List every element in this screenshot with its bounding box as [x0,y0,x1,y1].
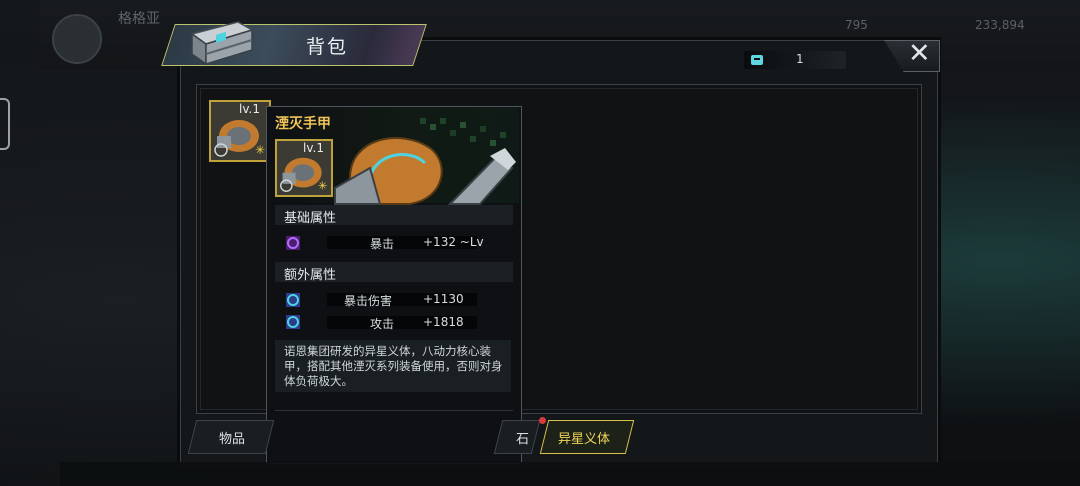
extra-attr-name: 攻击 [370,317,395,331]
item-name: 湮灭手甲 [275,116,331,132]
close-icon[interactable]: ✕ [908,38,931,69]
window-title: 背包 [306,36,349,58]
svg-text:✳: ✳ [318,179,327,192]
bottom-hud-strip [60,462,1080,486]
extra-attributes-label: 额外属性 [284,268,337,283]
extra-attr-value: +1130 [423,292,464,306]
extra-attr-value: +1818 [423,315,464,329]
tooltip-item-level: lv.1 [303,141,324,155]
crit-damage-icon [286,293,300,307]
base-attr-name: 暴击 [370,237,395,251]
slot-level-label: lv.1 [239,102,260,116]
base-attributes-label: 基础属性 [284,211,337,226]
item-description: 诺恩集团研发的异星义体，八动力核心装甲，搭配其他湮灭系列装备使用，否则对身体负荷… [284,344,503,388]
chest-icon [190,21,254,66]
item-counter-value: 1 [796,52,804,66]
notification-dot [539,417,546,424]
tab-stones-label: 石 [516,432,530,447]
attack-icon [286,315,300,329]
player-avatar [52,14,102,64]
side-drawer-handle[interactable] [0,98,10,150]
tooltip-divider [275,410,513,411]
crit-attribute-icon [286,236,300,250]
base-attr-value: +132 ~Lv [423,235,484,249]
tab-items-label: 物品 [219,432,246,447]
player-name: 格格亚 [118,11,160,27]
svg-text:✳: ✳ [255,143,265,157]
hud-stat-2: 233,894 [975,18,1025,32]
tab-alien-implants-label: 异星义体 [558,432,611,447]
gauntlet-artwork [334,118,516,205]
backpack-count-icon [751,55,763,65]
extra-attr-name: 暴击伤害 [344,294,393,308]
hud-stat-1: 795 [845,18,868,32]
